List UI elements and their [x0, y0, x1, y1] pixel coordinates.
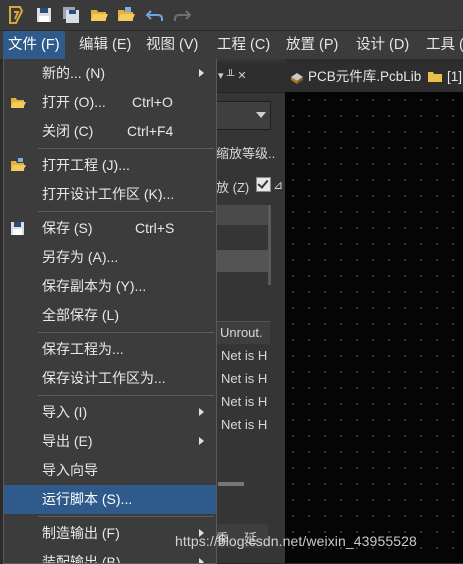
- table-row[interactable]: Net is H: [221, 348, 267, 363]
- menu-design[interactable]: 设计 (D): [351, 31, 414, 59]
- main-toolbar: [0, 0, 463, 31]
- pcblib-icon: [291, 73, 303, 84]
- menu-item-export[interactable]: 导出 (E): [4, 427, 216, 456]
- column-header-label: Unrout.: [220, 325, 263, 340]
- menu-separator: [38, 516, 214, 517]
- save-all-icon[interactable]: [61, 5, 81, 25]
- menu-item-save-project-as[interactable]: 保存工程为...: [4, 335, 216, 364]
- menu-item-label: 保存 (S): [42, 220, 93, 236]
- menu-item-shortcut: Ctrl+S: [135, 220, 175, 236]
- menu-item-import[interactable]: 导入 (I): [4, 398, 216, 427]
- save-icon: [11, 222, 24, 235]
- truncated-label: ⊿: [273, 178, 284, 192]
- panel-list-header: [214, 205, 268, 225]
- open-folder-icon[interactable]: [89, 5, 109, 25]
- menu-item-close[interactable]: 关闭 (C) Ctrl+F4: [4, 117, 216, 146]
- menu-item-label: 关闭 (C): [42, 123, 94, 139]
- menubar: 文件 (F) 编辑 (E) 视图 (V) 工程 (C) 放置 (P) 设计 (D…: [0, 31, 463, 59]
- folder-icon: [428, 72, 442, 82]
- menu-item-assembly-outputs[interactable]: 装配输出 (B): [4, 548, 216, 564]
- table-row[interactable]: Net is H: [221, 417, 267, 432]
- pcb-canvas[interactable]: [285, 92, 463, 563]
- menu-item-label: 打开设计工作区 (K)...: [42, 186, 175, 202]
- menu-item-save[interactable]: 保存 (S) Ctrl+S: [4, 214, 216, 243]
- submenu-arrow-icon: [199, 69, 204, 77]
- menu-item-open[interactable]: 打开 (O)... Ctrl+O: [4, 88, 216, 117]
- menu-place[interactable]: 放置 (P): [281, 31, 343, 59]
- menu-item-label: 保存设计工作区为...: [42, 370, 166, 386]
- watermark-url: https://blog.csdn.net/weixin_43955528: [175, 533, 417, 549]
- open-folder-icon: [11, 98, 26, 108]
- menu-item-label: 保存工程为...: [42, 341, 124, 357]
- app-logo-icon: [9, 6, 24, 24]
- save-icon[interactable]: [34, 5, 54, 25]
- tab-second-label: [1]: [447, 69, 463, 84]
- table-row[interactable]: Net is H: [221, 394, 267, 409]
- panel-horizontal-scrollbar[interactable]: [218, 482, 244, 486]
- menu-item-save-as[interactable]: 另存为 (A)...: [4, 243, 216, 272]
- open-project-icon[interactable]: [116, 5, 136, 25]
- menu-item-label: 导出 (E): [42, 433, 93, 449]
- open-project-icon: [11, 158, 26, 171]
- menu-item-label: 全部保存 (L): [42, 307, 119, 323]
- menu-separator: [38, 148, 214, 149]
- zoom-checkbox[interactable]: [256, 177, 271, 192]
- menu-item-shortcut: Ctrl+O: [132, 94, 173, 110]
- menu-separator: [38, 332, 214, 333]
- menu-item-save-copy-as[interactable]: 保存副本为 (Y)...: [4, 272, 216, 301]
- tab-pcblib-label: PCB元件库.PcbLib: [308, 69, 422, 84]
- menu-item-open-workspace[interactable]: 打开设计工作区 (K)...: [4, 180, 216, 209]
- menu-item-label: 保存副本为 (Y)...: [42, 278, 147, 294]
- menu-item-label: 导入 (I): [42, 404, 88, 420]
- menu-file[interactable]: 文件 (F): [3, 31, 65, 59]
- file-menu-dropdown: 新的... (N) 打开 (O)... Ctrl+O 关闭 (C) Ctrl+F…: [3, 59, 217, 564]
- menu-separator: [38, 395, 214, 396]
- menu-item-import-wizard[interactable]: 导入向导: [4, 456, 216, 485]
- submenu-arrow-icon: [199, 437, 204, 445]
- zoom-level-button[interactable]: 缩放等级..: [216, 143, 275, 162]
- panel-scrollbar[interactable]: [268, 205, 271, 285]
- submenu-arrow-icon: [199, 408, 204, 416]
- menu-edit[interactable]: 编辑 (E): [74, 31, 136, 59]
- menu-tools[interactable]: 工具 (: [421, 31, 463, 59]
- menu-item-label: 另存为 (A)...: [42, 249, 119, 265]
- dropdown-arrow-icon: [256, 112, 266, 118]
- menu-item-label: 装配输出 (B): [42, 554, 121, 564]
- menu-item-label: 制造输出 (F): [42, 525, 120, 541]
- menu-project[interactable]: 工程 (C): [212, 31, 275, 59]
- menu-separator: [38, 211, 214, 212]
- menu-item-save-all[interactable]: 全部保存 (L): [4, 301, 216, 330]
- menu-item-label: 打开 (O)...: [42, 94, 106, 110]
- menu-view[interactable]: 视图 (V): [141, 31, 203, 59]
- table-row[interactable]: Net is H: [221, 371, 267, 386]
- menu-item-run-script[interactable]: 运行脚本 (S)...: [4, 485, 216, 514]
- menu-item-label: 打开工程 (J)...: [42, 157, 130, 173]
- menu-item-shortcut: Ctrl+F4: [127, 123, 174, 139]
- menu-item-open-project[interactable]: 打开工程 (J)...: [4, 151, 216, 180]
- submenu-arrow-icon: [199, 558, 204, 563]
- menu-item-label: 运行脚本 (S)...: [42, 491, 133, 507]
- unrouted-column-header[interactable]: Unrout.: [214, 321, 270, 344]
- menu-item-label: 导入向导: [42, 462, 98, 478]
- menu-item-new[interactable]: 新的... (N): [4, 59, 216, 88]
- redo-icon[interactable]: [172, 5, 192, 25]
- undo-icon[interactable]: [145, 5, 165, 25]
- menu-item-label: 新的... (N): [42, 65, 105, 81]
- side-panel: [214, 59, 285, 563]
- panel-pin-controls[interactable]: ▾ ╨ ✕: [218, 69, 247, 82]
- zoom-checkbox-label: 放 (Z): [216, 180, 250, 195]
- menu-item-save-workspace-as[interactable]: 保存设计工作区为...: [4, 364, 216, 393]
- panel-selected-row[interactable]: [214, 250, 268, 272]
